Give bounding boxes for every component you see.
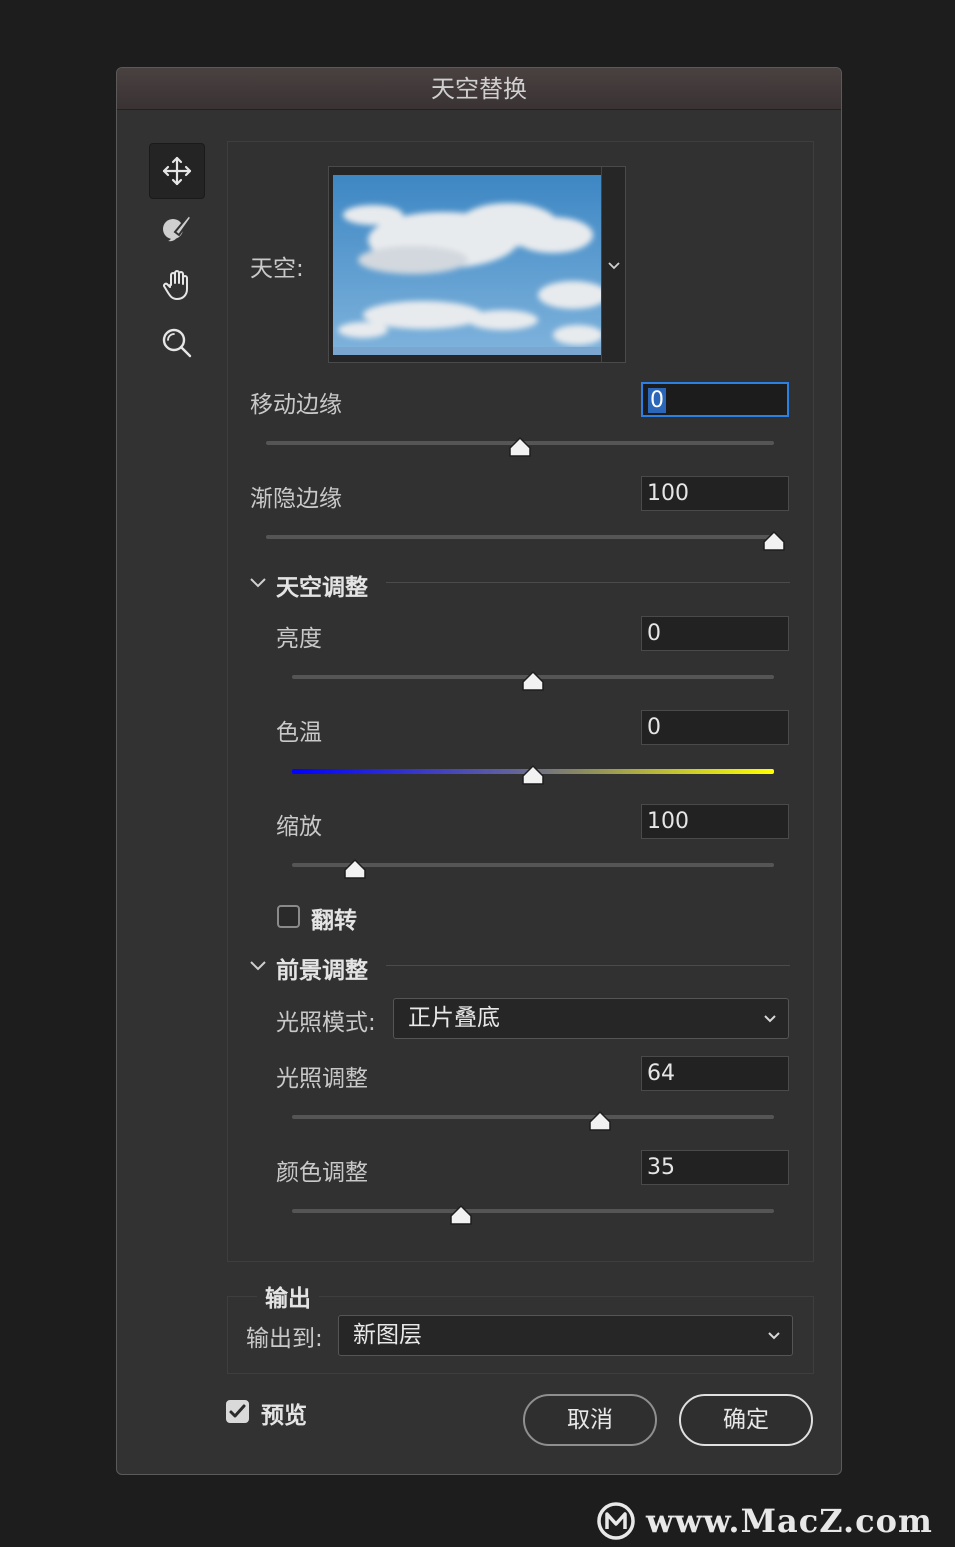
watermark-text: www.MacZ.com — [646, 1502, 933, 1540]
hand-tool-button[interactable] — [149, 257, 205, 313]
scale-slider-thumb[interactable] — [343, 858, 367, 880]
lighting-mode-label: 光照模式: — [276, 1010, 376, 1036]
sky-brush-tool-button[interactable] — [149, 199, 205, 255]
color-adjust-slider-thumb[interactable] — [449, 1204, 473, 1226]
preview-label: 预览 — [261, 1403, 307, 1429]
lighting-mode-value: 正片叠底 — [408, 1005, 500, 1031]
fade-edge-slider-track[interactable] — [266, 535, 774, 539]
chevron-down-icon — [768, 1332, 780, 1340]
lighting-adjust-input[interactable]: 64 — [641, 1056, 789, 1091]
zoom-tool-button[interactable] — [149, 315, 205, 371]
watermark: www.MacZ.com — [596, 1498, 933, 1544]
scale-label: 缩放 — [276, 814, 322, 840]
chevron-down-icon — [608, 262, 620, 270]
sky-preset-picker[interactable] — [328, 166, 626, 363]
ok-button[interactable]: 确定 — [679, 1394, 813, 1446]
zoom-icon — [162, 328, 192, 358]
temperature-label: 色温 — [276, 720, 322, 746]
brightness-slider-thumb[interactable] — [521, 670, 545, 692]
flip-checkbox[interactable] — [277, 905, 300, 928]
hand-icon — [163, 270, 188, 300]
flip-label: 翻转 — [311, 908, 357, 934]
brightness-label: 亮度 — [276, 626, 322, 652]
sky-dropdown-toggle[interactable] — [601, 167, 625, 362]
fade-edge-slider-thumb[interactable] — [762, 530, 786, 552]
cancel-button[interactable]: 取消 — [523, 1394, 657, 1446]
move-icon — [162, 156, 192, 186]
preview-checkbox[interactable] — [226, 1400, 249, 1423]
temperature-slider-thumb[interactable] — [521, 764, 545, 786]
sky-label: 天空: — [250, 256, 304, 282]
shift-edge-input[interactable]: 0 — [641, 382, 789, 417]
color-adjust-input[interactable]: 35 — [641, 1150, 789, 1185]
output-heading: 输出 — [257, 1279, 319, 1313]
output-to-label: 输出到: — [246, 1326, 323, 1352]
sky-replacement-dialog: 天空替换 天空: 移动边缘 0 渐隐边缘 100 天空调整 亮度 0 色温 0 … — [116, 67, 842, 1475]
macz-logo-icon — [597, 1502, 635, 1540]
settings-panel: 天空: 移动边缘 0 渐隐边缘 100 天空调整 亮度 0 色温 0 缩放 10… — [227, 141, 814, 1262]
scale-input[interactable]: 100 — [641, 804, 789, 839]
sky-preview-image — [333, 175, 601, 355]
chevron-down-icon — [764, 1015, 776, 1023]
temperature-input[interactable]: 0 — [641, 710, 789, 745]
lighting-adjust-label: 光照调整 — [276, 1066, 368, 1092]
sky-adjust-heading: 天空调整 — [276, 575, 368, 601]
brightness-input[interactable]: 0 — [641, 616, 789, 651]
section-divider — [386, 965, 790, 966]
shift-edge-label: 移动边缘 — [250, 392, 342, 418]
lighting-adjust-slider-track[interactable] — [292, 1115, 774, 1119]
shift-edge-slider-thumb[interactable] — [508, 436, 532, 458]
lighting-adjust-slider-thumb[interactable] — [588, 1110, 612, 1132]
sky-adjust-collapse-icon[interactable] — [248, 573, 268, 593]
fade-edge-input[interactable]: 100 — [641, 476, 789, 511]
dialog-title: 天空替换 — [117, 68, 841, 110]
output-to-value: 新图层 — [353, 1322, 422, 1348]
checkmark-icon — [229, 1404, 246, 1418]
brush-icon — [163, 213, 193, 242]
foreground-adjust-collapse-icon[interactable] — [248, 956, 268, 976]
fade-edge-label: 渐隐边缘 — [250, 486, 342, 512]
color-adjust-label: 颜色调整 — [276, 1160, 368, 1186]
move-tool-button[interactable] — [149, 143, 205, 199]
foreground-adjust-heading: 前景调整 — [276, 958, 368, 984]
output-to-select[interactable]: 新图层 — [338, 1315, 793, 1356]
section-divider — [386, 582, 790, 583]
color-adjust-slider-track[interactable] — [292, 1209, 774, 1213]
lighting-mode-select[interactable]: 正片叠底 — [393, 998, 789, 1039]
